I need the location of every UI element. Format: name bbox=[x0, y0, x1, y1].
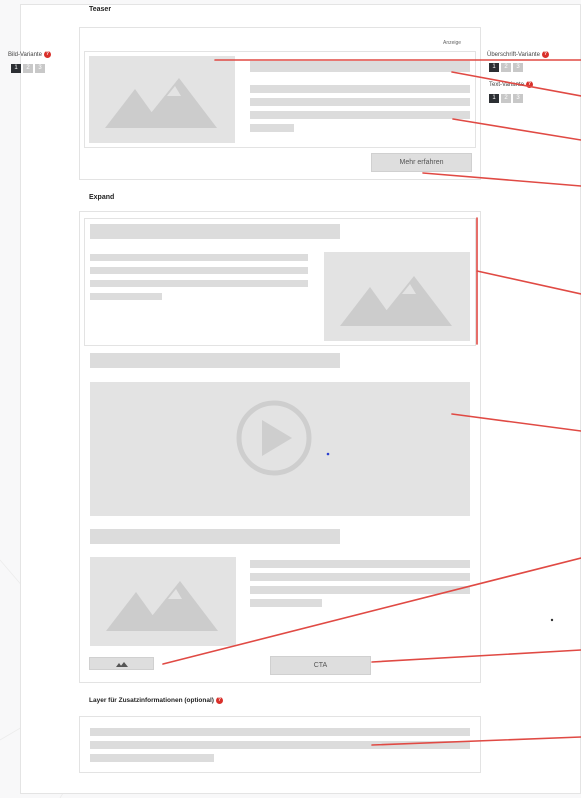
expand-text-line-placeholder bbox=[90, 280, 308, 287]
layer-text-line-placeholder bbox=[90, 741, 470, 749]
help-icon[interactable]: ? bbox=[215, 697, 223, 704]
second-text-line-placeholder bbox=[250, 560, 470, 568]
expand-text-line-placeholder bbox=[90, 293, 162, 300]
layer-title-text: Layer für Zusatzinformationen (optional) bbox=[89, 697, 214, 704]
expand-image-placeholder bbox=[324, 252, 470, 341]
mehr-erfahren-button[interactable]: Mehr erfahren bbox=[371, 153, 472, 172]
video-placeholder[interactable] bbox=[90, 382, 470, 516]
section-title-expand: Expand bbox=[89, 194, 115, 201]
text-variante-selector: 1 2 3 bbox=[489, 94, 523, 103]
second-text-line-placeholder bbox=[250, 573, 470, 581]
video-headline-placeholder bbox=[90, 353, 340, 368]
layer-text-line-placeholder bbox=[90, 754, 214, 762]
second-headline-placeholder bbox=[90, 529, 340, 544]
anzeige-label: Anzeige bbox=[443, 40, 462, 46]
bild-variante-option-2[interactable]: 2 bbox=[23, 64, 33, 73]
text-variante-label: Text-Variante ? bbox=[489, 81, 533, 88]
teaser-text-line-placeholder bbox=[250, 98, 470, 106]
expand-text-line-placeholder bbox=[90, 267, 308, 274]
teaser-text-line-placeholder bbox=[250, 111, 470, 119]
cta-button[interactable]: CTA bbox=[270, 656, 371, 675]
text-variante-text: Text-Variante bbox=[489, 81, 524, 88]
text-variante-option-1[interactable]: 1 bbox=[489, 94, 499, 103]
canvas: Teaser Bild-Variante ? 1 2 3 Überschrift… bbox=[0, 0, 581, 798]
ueberschrift-variante-option-3[interactable]: 3 bbox=[513, 63, 523, 72]
layer-text-line-placeholder bbox=[90, 728, 470, 736]
expand-text-line-placeholder bbox=[90, 254, 308, 261]
image-button[interactable] bbox=[89, 657, 154, 670]
bild-variante-selector: 1 2 3 bbox=[11, 64, 45, 73]
second-text-line-placeholder bbox=[250, 599, 322, 607]
teaser-text-line-placeholder bbox=[250, 124, 294, 132]
text-variante-option-3[interactable]: 3 bbox=[513, 94, 523, 103]
play-icon bbox=[236, 400, 312, 476]
text-variante-option-2[interactable]: 2 bbox=[501, 94, 511, 103]
teaser-text-line-placeholder bbox=[250, 85, 470, 93]
ueberschrift-variante-text: Überschrift-Variante bbox=[487, 51, 540, 58]
help-icon[interactable]: ? bbox=[525, 81, 533, 88]
ueberschrift-variante-label: Überschrift-Variante ? bbox=[487, 51, 549, 58]
second-text-line-placeholder bbox=[250, 586, 470, 594]
section-title-teaser: Teaser bbox=[89, 6, 112, 13]
second-image-placeholder bbox=[90, 557, 236, 646]
bild-variante-text: Bild-Variante bbox=[8, 51, 42, 58]
expand-headline-placeholder bbox=[90, 224, 340, 239]
section-title-layer: Layer für Zusatzinformationen (optional)… bbox=[89, 697, 223, 704]
mountain-image-icon bbox=[340, 276, 452, 326]
ueberschrift-variante-option-2[interactable]: 2 bbox=[501, 63, 511, 72]
help-icon[interactable]: ? bbox=[43, 51, 51, 58]
mountain-image-icon bbox=[106, 581, 218, 631]
mountain-image-icon bbox=[105, 78, 217, 128]
bild-variante-option-3[interactable]: 3 bbox=[35, 64, 45, 73]
help-icon[interactable]: ? bbox=[541, 51, 549, 58]
ueberschrift-variante-selector: 1 2 3 bbox=[489, 63, 523, 72]
teaser-image-placeholder bbox=[89, 56, 235, 143]
ueberschrift-variante-option-1[interactable]: 1 bbox=[489, 63, 499, 72]
bild-variante-label: Bild-Variante ? bbox=[8, 51, 51, 58]
teaser-headline-placeholder bbox=[250, 61, 470, 72]
bild-variante-option-1[interactable]: 1 bbox=[11, 64, 21, 73]
mountain-image-icon bbox=[115, 661, 128, 667]
